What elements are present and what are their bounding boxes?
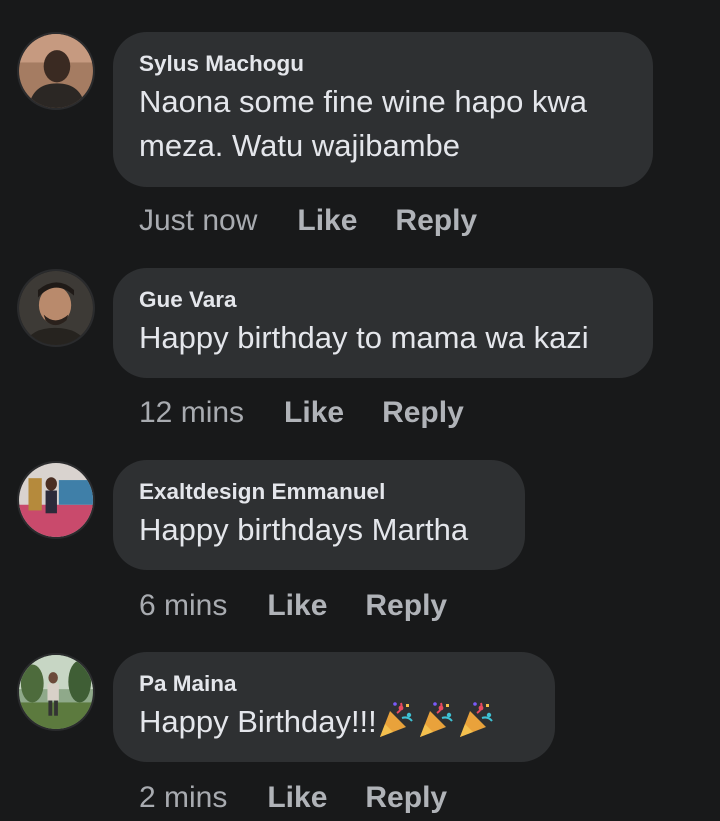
comment-text: Happy birthdays Martha (139, 512, 469, 547)
comment-actions: 12 mins Like Reply (139, 393, 464, 433)
party-popper-icon (377, 700, 415, 740)
comment-author[interactable]: Sylus Machogu (139, 50, 627, 78)
comment-timestamp: Just now (139, 204, 258, 237)
comment-author[interactable]: Pa Maina (139, 670, 529, 698)
comment-feed: Sylus Machogu Naona some fine wine hapo … (0, 0, 720, 821)
comment-text: meza. Watu wajibambe (139, 128, 461, 163)
avatar[interactable] (17, 461, 95, 539)
comment-bubble: Sylus Machogu Naona some fine wine hapo … (113, 32, 653, 187)
comment-actions: 6 mins Like Reply (139, 586, 447, 626)
avatar[interactable] (17, 32, 95, 110)
comment-actions: Just now Like Reply (139, 201, 477, 241)
reply-button[interactable]: Reply (382, 393, 464, 433)
reply-button[interactable]: Reply (365, 586, 447, 626)
like-button[interactable]: Like (284, 393, 344, 433)
like-button[interactable]: Like (297, 201, 357, 241)
comment-author[interactable]: Gue Vara (139, 286, 627, 314)
comment-bubble: Gue Vara Happy birthday to mama wa kazi (113, 268, 653, 378)
comment-bubble: Pa Maina Happy Birthday!!! (113, 652, 555, 762)
comment-bubble: Exaltdesign Emmanuel Happy birthdays Mar… (113, 460, 525, 570)
avatar[interactable] (17, 269, 95, 347)
comment-text-body: Happy Birthday!!! (139, 704, 377, 739)
comment-timestamp: 6 mins (139, 589, 228, 622)
comment-timestamp: 12 mins (139, 396, 245, 429)
party-popper-icon (457, 700, 495, 740)
reply-button[interactable]: Reply (395, 201, 477, 241)
avatar[interactable] (17, 653, 95, 731)
comment-text: Naona some fine wine hapo kwa (139, 84, 588, 119)
comment-author[interactable]: Exaltdesign Emmanuel (139, 478, 499, 506)
like-button[interactable]: Like (267, 778, 327, 818)
comment-timestamp: 2 mins (139, 781, 228, 814)
reply-button[interactable]: Reply (365, 778, 447, 818)
like-button[interactable]: Like (267, 586, 327, 626)
comment-text: Happy Birthday!!! (139, 700, 529, 744)
comment-actions: 2 mins Like Reply (139, 778, 447, 818)
comment-text: Happy birthday to mama wa kazi (139, 320, 589, 355)
party-popper-icon (417, 700, 455, 740)
